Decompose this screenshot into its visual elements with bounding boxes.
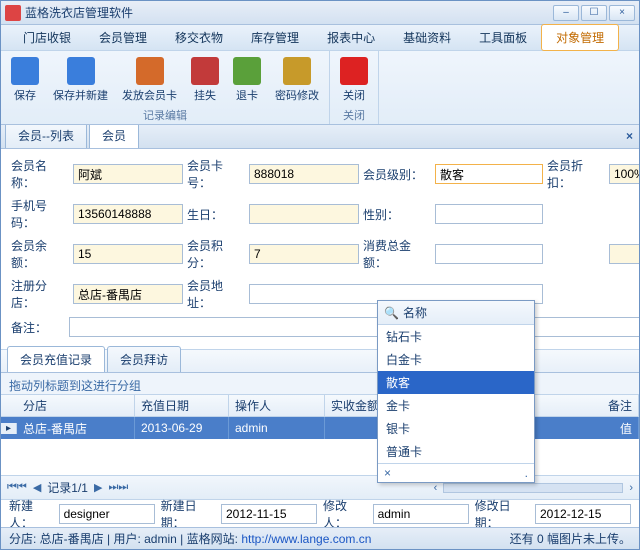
spent-input[interactable]	[435, 244, 543, 264]
cdate-input[interactable]	[221, 504, 317, 524]
menu-0[interactable]: 门店收银	[9, 25, 85, 50]
gender-input[interactable]	[435, 204, 543, 224]
ribbon-icon	[340, 57, 368, 85]
subtabs: 会员充值记录会员拜访	[1, 349, 639, 373]
branch-input[interactable]	[73, 284, 183, 304]
dropdown-item[interactable]: 散客	[378, 371, 534, 394]
dropdown-item[interactable]: 普通卡	[378, 440, 534, 463]
ribbon-保存并新建[interactable]: 保存并新建	[49, 55, 112, 105]
discount-input[interactable]	[609, 164, 639, 184]
ribbon-icon	[11, 57, 39, 85]
ribbon-icon	[191, 57, 219, 85]
menu-4[interactable]: 报表中心	[313, 25, 389, 50]
level-select[interactable]	[435, 164, 543, 184]
pager-next[interactable]: ▶	[94, 481, 102, 494]
mdate-input[interactable]	[535, 504, 631, 524]
modifier-input[interactable]	[373, 504, 469, 524]
close-button[interactable]: ×	[609, 5, 635, 21]
ribbon-icon	[283, 57, 311, 85]
birth-input[interactable]	[249, 204, 359, 224]
titlebar: 蓝格洗衣店管理软件 – ☐ ×	[1, 1, 639, 25]
ribbon-group-close: 关闭 关闭	[330, 51, 379, 124]
window-title: 蓝格洗衣店管理软件	[25, 4, 553, 21]
remark-input[interactable]	[69, 317, 639, 337]
grid-empty	[1, 439, 639, 475]
dropdown-header: 🔍名称	[378, 301, 534, 325]
ribbon: 保存保存并新建发放会员卡挂失退卡密码修改 记录编辑 关闭 关闭	[1, 51, 639, 125]
pager: ⏮⏮ ◀ 记录1/1 ▶ ⏭⏭ ‹ ›	[1, 475, 639, 499]
dropdown-item[interactable]: 钻石卡	[378, 325, 534, 348]
tab-0[interactable]: 会员--列表	[5, 125, 87, 148]
ribbon-icon	[67, 57, 95, 85]
pager-prev[interactable]: ◀	[33, 481, 41, 494]
app-icon	[5, 5, 21, 21]
minimize-button[interactable]: –	[553, 5, 579, 21]
ribbon-icon	[233, 57, 261, 85]
scroll-right[interactable]: ›	[629, 482, 633, 494]
ribbon-挂失[interactable]: 挂失	[187, 55, 223, 105]
ribbon-icon	[136, 57, 164, 85]
phone-input[interactable]	[73, 204, 183, 224]
member-form: 会员名称： 会员卡号： 会员级别： 会员折扣： 手机号码： 生日： 性别： 会员…	[1, 149, 639, 345]
menu-3[interactable]: 库存管理	[237, 25, 313, 50]
status-right: 还有 0 幅图片未上传。	[510, 530, 631, 547]
menubar: 门店收银会员管理移交衣物库存管理报表中心基础资料工具面板对象管理	[1, 25, 639, 51]
scroll-left[interactable]: ‹	[434, 482, 438, 494]
balance-input[interactable]	[73, 244, 183, 264]
dropdown-item[interactable]: 银卡	[378, 417, 534, 440]
spent-tail-input[interactable]	[609, 244, 639, 264]
tab-1[interactable]: 会员	[89, 125, 139, 148]
card-input[interactable]	[249, 164, 359, 184]
pager-last[interactable]: ⏭⏭	[108, 481, 128, 494]
audit-footer: 新建人： 新建日期： 修改人： 修改日期：	[1, 499, 639, 527]
ribbon-group-edit: 保存保存并新建发放会员卡挂失退卡密码修改 记录编辑	[1, 51, 330, 124]
group-hint: 拖动列标题到这进行分组	[1, 373, 639, 395]
tab-close-icon[interactable]: ×	[626, 129, 633, 143]
menu-6[interactable]: 工具面板	[465, 25, 541, 50]
app-window: 蓝格洗衣店管理软件 – ☐ × 门店收银会员管理移交衣物库存管理报表中心基础资料…	[0, 0, 640, 550]
table-row[interactable]: ▸ 总店-番禺店 2013-06-29 admin 50 值	[1, 417, 639, 439]
maximize-button[interactable]: ☐	[581, 5, 607, 21]
statusbar: 分店: 总店-番禺店 | 用户: admin | 蓝格网站: http://ww…	[1, 527, 639, 549]
ribbon-退卡[interactable]: 退卡	[229, 55, 265, 105]
name-input[interactable]	[73, 164, 183, 184]
subtab-1[interactable]: 会员拜访	[107, 346, 181, 372]
content-area: 会员--列表会员 × 会员名称： 会员卡号： 会员级别： 会员折扣： 手机号码： …	[1, 125, 639, 527]
website-link[interactable]: http://www.lange.com.cn	[241, 532, 371, 546]
menu-1[interactable]: 会员管理	[85, 25, 161, 50]
pager-text: 记录1/1	[47, 479, 88, 496]
dropdown-item[interactable]: 白金卡	[378, 348, 534, 371]
grid-header: 分店 充值日期 操作人 实收金额 备注	[1, 395, 639, 417]
subtab-0[interactable]: 会员充值记录	[7, 346, 105, 372]
level-dropdown[interactable]: 🔍名称 钻石卡白金卡散客金卡银卡普通卡 ×.	[377, 300, 535, 483]
tabbar: 会员--列表会员 ×	[1, 125, 639, 149]
menu-7[interactable]: 对象管理	[541, 24, 619, 51]
ribbon-保存[interactable]: 保存	[7, 55, 43, 105]
points-input[interactable]	[249, 244, 359, 264]
ribbon-密码修改[interactable]: 密码修改	[271, 55, 323, 105]
dropdown-item[interactable]: 金卡	[378, 394, 534, 417]
ribbon-发放会员卡[interactable]: 发放会员卡	[118, 55, 181, 105]
dropdown-close-icon[interactable]: ×	[384, 466, 391, 480]
menu-5[interactable]: 基础资料	[389, 25, 465, 50]
creator-input[interactable]	[59, 504, 155, 524]
menu-2[interactable]: 移交衣物	[161, 25, 237, 50]
pager-first[interactable]: ⏮⏮	[7, 481, 27, 494]
ribbon-关闭[interactable]: 关闭	[336, 55, 372, 105]
